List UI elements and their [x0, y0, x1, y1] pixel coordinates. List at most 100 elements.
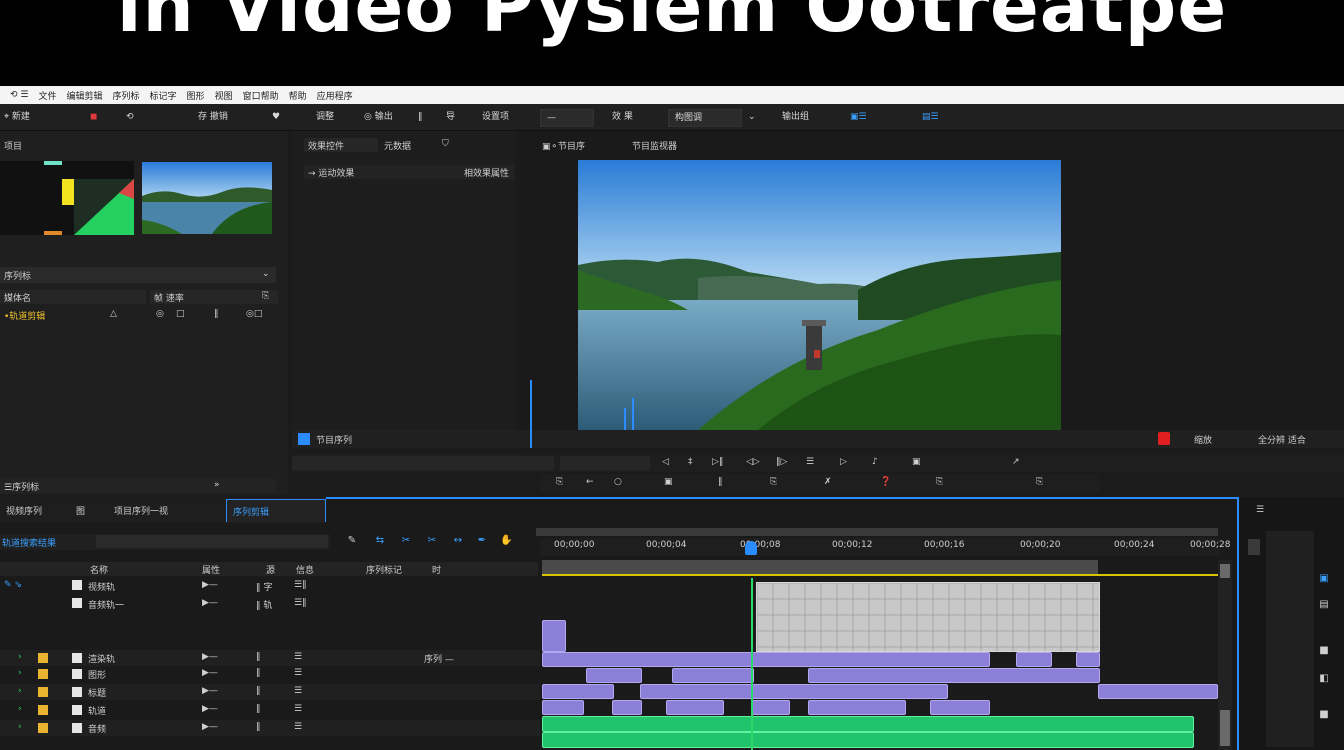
audio-clip[interactable]	[542, 716, 1194, 732]
tool-icon[interactable]: ▣	[1318, 573, 1330, 585]
video-clip[interactable]	[542, 620, 566, 652]
transport-button[interactable]: ♪	[872, 457, 878, 467]
chevron-down-icon[interactable]: ⌄	[748, 109, 756, 125]
column-header-name[interactable]: 媒体名	[0, 290, 146, 304]
menu-item[interactable]: 应用程序	[317, 89, 353, 102]
work-area-bar[interactable]	[542, 560, 1098, 574]
control-button[interactable]: ❓	[880, 477, 891, 487]
control-button[interactable]: ⎘	[770, 477, 777, 487]
transport-button[interactable]: ↗	[1012, 457, 1020, 467]
tool-icon[interactable]: ◧	[1318, 673, 1330, 685]
column-header-rate[interactable]: 帧 速率 ⎘	[150, 290, 278, 304]
toolbar-new-button[interactable]: ⌖ 新建	[4, 109, 30, 125]
program-monitor-video[interactable]	[578, 160, 1061, 430]
tab-sequence-active[interactable]: 序列剪辑	[226, 499, 326, 522]
resolution-label[interactable]: 全分辨 适合	[1258, 433, 1306, 446]
toolbar-settings-button[interactable]: 设置项	[482, 109, 509, 125]
toolbar-undo-button[interactable]: 存 撤销	[198, 109, 228, 125]
marker[interactable]	[632, 398, 634, 430]
video-clip[interactable]	[542, 700, 584, 715]
transport-button[interactable]: ‡	[688, 457, 693, 467]
tab-video-sequence[interactable]: 视频序列	[6, 504, 42, 517]
video-clip[interactable]	[672, 668, 754, 683]
undo-icon[interactable]: ⟲	[126, 109, 134, 125]
control-button[interactable]: ‖	[718, 477, 723, 487]
menu-item[interactable]: 序列标	[113, 89, 140, 102]
selection-tool-icon[interactable]: ✎	[346, 535, 358, 547]
transport-button[interactable]: ▣	[912, 457, 921, 467]
video-clip[interactable]	[1076, 652, 1100, 667]
video-clip[interactable]	[808, 700, 906, 715]
toolbar-adjust-button[interactable]: 调整	[316, 109, 334, 125]
video-clip[interactable]	[808, 668, 1100, 683]
menu-item[interactable]: 图形	[187, 89, 205, 102]
control-button[interactable]: ✗	[824, 477, 832, 487]
panel-menu-icon[interactable]: ☰	[1256, 505, 1264, 515]
menu-item[interactable]: 文件	[38, 89, 56, 102]
control-button[interactable]: ○	[614, 477, 622, 487]
transport-button[interactable]: ‖▷	[776, 457, 787, 467]
video-clip[interactable]	[542, 684, 614, 699]
transport-button[interactable]: ▷	[840, 457, 847, 467]
record-icon[interactable]: ◼	[90, 109, 97, 125]
razor-icon[interactable]: ✂	[426, 535, 438, 547]
playhead[interactable]	[751, 578, 753, 750]
toolbar-field[interactable]: —	[540, 109, 594, 127]
menu-item[interactable]: 视图	[215, 89, 233, 102]
tab-metadata[interactable]: 元数据	[384, 139, 411, 152]
control-button[interactable]: ▣	[664, 477, 673, 487]
toolbar-export-button[interactable]: 导	[446, 109, 455, 125]
in-marker[interactable]	[530, 380, 532, 448]
menu-item[interactable]: 标记字	[150, 89, 177, 102]
video-clip[interactable]	[752, 700, 790, 715]
time-ruler[interactable]: 00;00;00 00;00;04 00;00;08 00;00;12 00;0…	[540, 538, 1230, 556]
transport-button[interactable]: ◁▷	[746, 457, 760, 467]
search-input[interactable]	[96, 535, 328, 548]
menu-item[interactable]: 帮助	[289, 89, 307, 102]
toolbar-effects-button[interactable]: 效 果	[612, 109, 633, 125]
tab-effect-controls[interactable]: 效果控件	[304, 138, 378, 152]
track-select-icon[interactable]: ⇆	[374, 535, 386, 547]
control-button[interactable]: ←	[586, 477, 594, 487]
video-clip[interactable]	[612, 700, 642, 715]
media-thumbnail[interactable]	[0, 161, 134, 235]
menu-item[interactable]: 编辑剪辑	[67, 89, 103, 102]
menu-item[interactable]: 窗口帮助	[243, 89, 279, 102]
transport-button[interactable]: ☰	[806, 457, 814, 467]
video-clip[interactable]	[930, 700, 990, 715]
effect-row[interactable]: → 运动效果 相效果属性	[304, 165, 514, 179]
video-clip[interactable]	[542, 652, 990, 667]
video-clip[interactable]	[640, 684, 948, 699]
layout-icon[interactable]: ▣☰	[850, 109, 867, 125]
pen-icon[interactable]: ✒	[476, 535, 488, 547]
vertical-scrollbar[interactable]	[1218, 560, 1232, 750]
playhead-handle[interactable]	[745, 541, 757, 555]
grid-icon[interactable]: ▤☰	[922, 109, 939, 125]
zoom-label[interactable]: 缩放	[1194, 433, 1212, 446]
video-clip[interactable]	[1016, 652, 1052, 667]
tab-graphic[interactable]: 图	[76, 504, 85, 517]
toolbar-output-button[interactable]: ◎ 输出	[364, 109, 393, 125]
transport-button[interactable]: ▷‖	[712, 457, 723, 467]
sequence-dropdown[interactable]: 序列标 ⌄	[0, 267, 276, 283]
control-button[interactable]: ⎘	[936, 477, 943, 487]
timeline-scrollbar[interactable]	[536, 528, 1218, 536]
control-button[interactable]: ⎘	[1036, 477, 1043, 487]
control-button[interactable]: ⎘	[556, 477, 563, 487]
slip-icon[interactable]: ↔	[452, 535, 464, 547]
transport-button[interactable]: ◁	[662, 457, 669, 467]
toolbar-compose-field[interactable]: 构图调	[668, 109, 742, 127]
hand-icon[interactable]: ✋	[500, 535, 512, 547]
lake-thumbnail[interactable]	[142, 162, 272, 234]
tab-extra[interactable]: ⛉	[442, 139, 449, 149]
toolbar-output-group[interactable]: 输出组	[782, 109, 809, 125]
video-clip[interactable]	[1098, 684, 1218, 699]
program-monitor-tab[interactable]: ▣⚬节目序	[542, 139, 585, 152]
menu-item[interactable]: ⟲ ☰	[10, 90, 28, 100]
project-item[interactable]: •轨道剪辑	[4, 309, 45, 322]
playback-icon[interactable]	[298, 433, 310, 445]
ripple-edit-icon[interactable]: ✂	[400, 535, 412, 547]
video-clip[interactable]	[586, 668, 642, 683]
audio-clip[interactable]	[542, 732, 1194, 748]
pause-icon[interactable]: ‖	[418, 109, 423, 125]
